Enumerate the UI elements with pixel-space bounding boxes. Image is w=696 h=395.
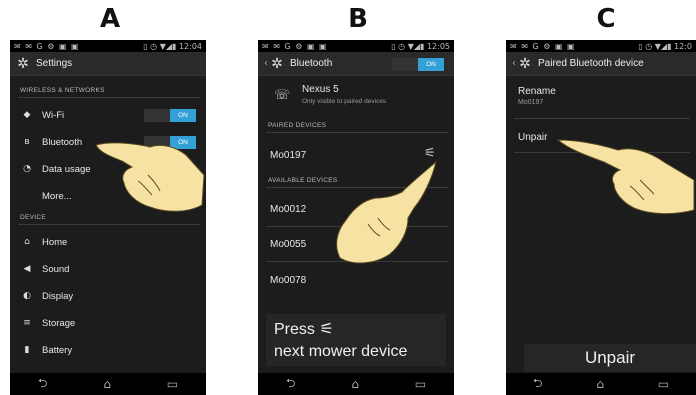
speaker-icon: ◀ [23, 264, 31, 274]
settings-item-storage[interactable]: ≡ Storage [10, 310, 206, 336]
panel-letter-a: A [99, 4, 121, 34]
pointing-hand-icon [95, 142, 205, 212]
storage-icon: ≡ [23, 318, 31, 328]
unpair-option[interactable]: Unpair [518, 132, 547, 143]
nav-bar: ⮌ ⌂ ▭ [10, 373, 206, 395]
section-header-device: DEVICE [20, 214, 47, 221]
settings-item-wifi[interactable]: ◆ Wi-Fi ON [10, 102, 206, 128]
section-header-wireless: WIRELESS & NETWORKS [20, 87, 105, 94]
data-usage-icon: ◔ [23, 164, 31, 174]
settings-item-label: Home [42, 236, 68, 248]
this-device-row: ☏ Nexus 5 Only visible to paired devices [258, 80, 454, 114]
rename-row[interactable]: Rename Mo0197 [518, 86, 696, 106]
settings-item-label: Sound [42, 263, 70, 275]
instruction-caption: Unpair [524, 344, 696, 372]
page-title: Settings [36, 58, 73, 69]
wifi-toggle[interactable]: ON [144, 108, 196, 122]
home-nav-icon[interactable]: ⌂ [103, 377, 111, 391]
settings-gear-icon: ✲ [519, 55, 531, 72]
settings-item-label: Storage [42, 317, 76, 329]
home-nav-icon[interactable]: ⌂ [596, 377, 604, 391]
settings-item-label: Bluetooth [42, 136, 83, 148]
bluetooth-toggle[interactable]: ON [392, 58, 444, 71]
phone-icon: ☏ [274, 88, 291, 103]
recents-icon[interactable]: ▭ [167, 377, 178, 391]
back-chevron-icon[interactable]: ‹ [512, 58, 516, 69]
settings-item-label: Data usage [42, 163, 91, 175]
home-icon: ⌂ [24, 237, 30, 247]
instruction-caption: Press ⚟ next mower device [266, 314, 446, 366]
settings-item-home[interactable]: ⌂ Home [10, 229, 206, 255]
status-bar: ✉ ✉ G ⚙ ▣ ▣ ▯ ◷ ▼◢▮ 12:0 [506, 40, 696, 52]
phone-screen-c: ✉ ✉ G ⚙ ▣ ▣ ▯ ◷ ▼◢▮ 12:0 ‹ ✲ Paired Blue… [506, 40, 696, 395]
nav-bar: ⮌ ⌂ ▭ [506, 373, 696, 395]
status-time: ▯ ◷ ▼◢▮ 12:04 [143, 41, 202, 51]
settings-item-display[interactable]: ◐ Display [10, 283, 206, 309]
settings-item-label: More... [42, 190, 72, 202]
back-chevron-icon[interactable]: ‹ [264, 58, 268, 69]
divider [18, 224, 200, 225]
rename-label: Rename [518, 86, 556, 97]
settings-item-sound[interactable]: ◀ Sound [10, 256, 206, 282]
pointing-hand-icon [336, 160, 437, 264]
panel-letter-c: C [596, 4, 616, 34]
phone-screen-b: ✉ ✉ G ⚙ ▣ ▣ ▯ ◷ ▼◢▮ 12:05 ‹ ✲ Bluetooth … [258, 40, 454, 395]
status-time: ▯ ◷ ▼◢▮ 12:0 [638, 41, 692, 51]
recents-icon[interactable]: ▭ [658, 377, 669, 391]
notification-icons: ✉ ✉ G ⚙ ▣ ▣ [510, 41, 576, 51]
notification-icons: ✉ ✉ G ⚙ ▣ ▣ [262, 41, 328, 51]
status-time: ▯ ◷ ▼◢▮ 12:05 [391, 41, 450, 51]
notification-icons: ✉ ✉ G ⚙ ▣ ▣ [14, 41, 80, 51]
divider [266, 132, 448, 133]
action-bar: ✲ Settings [10, 52, 206, 76]
divider [18, 97, 200, 98]
settings-item-label: Display [42, 290, 74, 302]
bluetooth-icon: ʙ [24, 137, 30, 147]
panel-letter-b: B [348, 4, 368, 34]
divider [514, 118, 690, 119]
action-bar: ‹ ✲ Paired Bluetooth device [506, 52, 696, 76]
settings-item-battery[interactable]: ▮ Battery [10, 337, 206, 363]
status-bar: ✉ ✉ G ⚙ ▣ ▣ ▯ ◷ ▼◢▮ 12:04 [10, 40, 206, 52]
nav-bar: ⮌ ⌂ ▭ [258, 373, 454, 395]
display-icon: ◐ [23, 291, 31, 301]
back-icon[interactable]: ⮌ [38, 374, 48, 395]
home-nav-icon[interactable]: ⌂ [351, 377, 359, 391]
settings-item-label: Wi-Fi [42, 109, 65, 121]
back-icon[interactable]: ⮌ [533, 374, 543, 395]
page-title: Bluetooth [290, 58, 333, 69]
pointing-hand-icon [556, 139, 695, 215]
section-header-paired: PAIRED DEVICES [268, 122, 327, 129]
device-name: Nexus 5 [302, 84, 339, 95]
settings-gear-icon: ✲ [271, 55, 283, 72]
available-device-item[interactable]: Mo0078 [258, 275, 454, 286]
action-bar: ‹ ✲ Bluetooth ON [258, 52, 454, 76]
recents-icon[interactable]: ▭ [415, 377, 426, 391]
device-visibility: Only visible to paired devices [302, 98, 387, 105]
wifi-icon: ◆ [23, 110, 31, 120]
battery-icon: ▮ [24, 345, 30, 355]
back-icon[interactable]: ⮌ [286, 374, 296, 395]
page-title: Paired Bluetooth device [538, 58, 644, 69]
status-bar: ✉ ✉ G ⚙ ▣ ▣ ▯ ◷ ▼◢▮ 12:05 [258, 40, 454, 52]
phone-screen-a: ✉ ✉ G ⚙ ▣ ▣ ▯ ◷ ▼◢▮ 12:04 ✲ Settings WIR… [10, 40, 206, 395]
settings-item-label: Battery [42, 344, 73, 356]
device-settings-icon: ⚟ [319, 319, 334, 338]
settings-gear-icon: ✲ [17, 55, 29, 72]
rename-value: Mo0197 [518, 99, 544, 106]
